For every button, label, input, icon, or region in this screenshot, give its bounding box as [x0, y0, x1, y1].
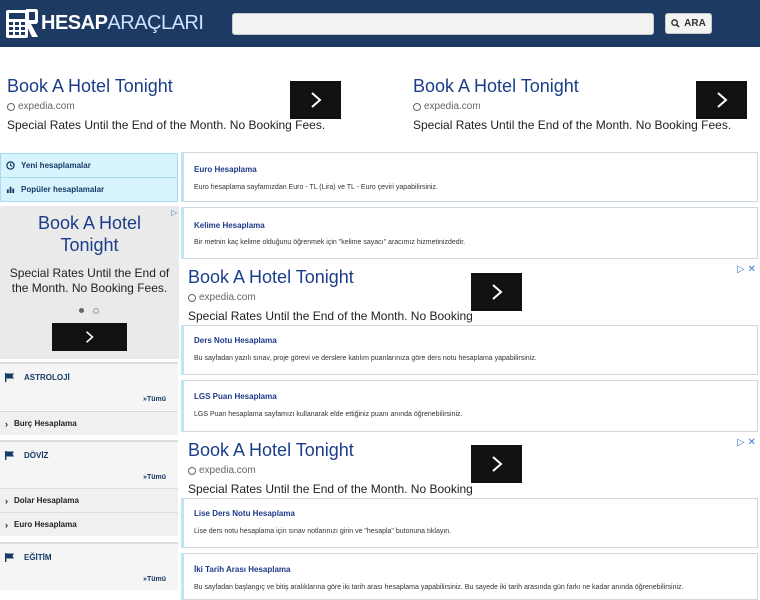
flag-icon	[5, 372, 14, 382]
ad-arrow-button[interactable]	[290, 81, 341, 119]
ad-source-icon	[188, 293, 196, 302]
ad-arrow-button[interactable]	[471, 273, 522, 311]
card-title[interactable]: Lise Ders Notu Hesaplama	[194, 509, 295, 518]
card-title[interactable]: LGS Puan Hesaplama	[194, 392, 277, 401]
card-title[interactable]: İki Tarih Arası Hesaplama	[194, 565, 291, 574]
search-icon	[671, 19, 680, 28]
card-title[interactable]: Kelime Hesaplama	[194, 221, 265, 230]
chevron-right-icon: ›	[5, 418, 8, 429]
card-description: Bu sayfadan başlangıç ve bitiş aralıklar…	[194, 584, 684, 591]
site-logo[interactable]: HESAPARAÇLARI	[5, 6, 204, 40]
card-description: Lise ders notu hesaplama için sınav notl…	[194, 528, 452, 535]
card-title[interactable]: Ders Notu Hesaplama	[194, 336, 277, 345]
carousel-dot-active[interactable]	[79, 308, 84, 313]
chevron-right-icon	[491, 284, 503, 300]
card-description: LGS Puan hesaplama sayfamızı kullanarak …	[194, 411, 463, 418]
search-button-label: ARA	[684, 18, 706, 29]
logo-text: HESAPARAÇLARI	[41, 11, 204, 34]
sidebar-ad[interactable]: ▷ Book A Hotel Tonight Special Rates Unt…	[0, 206, 179, 359]
chevron-right-icon	[86, 331, 94, 343]
flag-icon	[5, 552, 14, 562]
tab-new-calculations[interactable]: Yeni hesaplamalar	[0, 153, 178, 178]
search-button[interactable]: ARA	[665, 13, 712, 34]
chevron-right-icon	[716, 92, 728, 108]
category-astrology[interactable]: ASTROLOJİ	[0, 362, 178, 390]
calculation-card[interactable]: LGS Puan Hesaplama LGS Puan hesaplama sa…	[181, 380, 758, 432]
ad-source-icon	[188, 466, 196, 475]
ad-title[interactable]: Book A Hotel Tonight	[0, 212, 179, 256]
chevron-right-icon: ›	[5, 495, 8, 506]
ad-text: Special Rates Until the End of the Month…	[413, 118, 732, 132]
ad-choices-icon[interactable]: ▷ ✕	[737, 264, 756, 275]
card-description: Euro hesaplama sayfamızdan Euro - TL (Li…	[194, 184, 438, 191]
list-item[interactable]: › Euro Hesaplama	[0, 512, 178, 536]
category-all-link[interactable]: »Tümü	[0, 468, 178, 488]
ad-text: Special Rates Until the End of the Month…	[9, 266, 170, 295]
calculation-card[interactable]: Lise Ders Notu Hesaplama Lise ders notu …	[181, 498, 758, 548]
chevron-right-icon	[491, 456, 503, 472]
ad-source: expedia.com	[188, 465, 488, 476]
ad-source-icon	[413, 102, 421, 111]
calculation-card[interactable]: Kelime Hesaplama Bir metnin kaç kelime o…	[181, 207, 758, 259]
category-all-link[interactable]: »Tümü	[0, 390, 178, 410]
card-description: Bu sayfadan yazılı sınav, proje görevi v…	[194, 355, 537, 362]
bar-chart-icon	[6, 186, 15, 194]
calculation-card[interactable]: Ders Notu Hesaplama Bu sayfadan yazılı s…	[181, 325, 758, 375]
calculation-card[interactable]: İki Tarih Arası Hesaplama Bu sayfadan ba…	[181, 553, 758, 600]
ad-title[interactable]: Book A Hotel Tonight	[188, 440, 488, 461]
ad-choices-icon[interactable]: ▷ ✕	[737, 437, 756, 448]
chevron-right-icon: ›	[5, 519, 8, 530]
calculator-logo-icon	[5, 6, 39, 40]
list-item[interactable]: › Dolar Hesaplama	[0, 488, 178, 512]
site-header: HESAPARAÇLARI ARA	[0, 0, 760, 47]
card-description: Bir metnin kaç kelime olduğunu öğrenmek …	[194, 239, 466, 246]
card-title[interactable]: Euro Hesaplama	[194, 165, 257, 174]
ad-source: expedia.com	[188, 292, 488, 303]
category-education[interactable]: EĞİTİM	[0, 542, 178, 570]
calculation-card[interactable]: Euro Hesaplama Euro hesaplama sayfamızda…	[181, 152, 758, 202]
flag-icon	[5, 450, 14, 460]
tab-popular-calculations[interactable]: Popüler hesaplamalar	[0, 177, 178, 202]
carousel-dot[interactable]	[93, 308, 99, 314]
category-currency[interactable]: DÖVİZ	[0, 440, 178, 468]
ad-source-icon	[7, 102, 15, 111]
chevron-right-icon	[310, 92, 322, 108]
ad-arrow-button[interactable]	[696, 81, 747, 119]
ad-arrow-button[interactable]	[52, 323, 127, 351]
ad-title[interactable]: Book A Hotel Tonight	[188, 267, 488, 288]
ad-text: Special Rates Until the End of the Month…	[7, 118, 326, 132]
ad-arrow-button[interactable]	[471, 445, 522, 483]
clock-icon	[6, 161, 15, 170]
list-item[interactable]: › Burç Hesaplama	[0, 411, 178, 435]
category-all-link[interactable]: »Tümü	[0, 570, 178, 590]
search-input[interactable]	[232, 13, 654, 35]
